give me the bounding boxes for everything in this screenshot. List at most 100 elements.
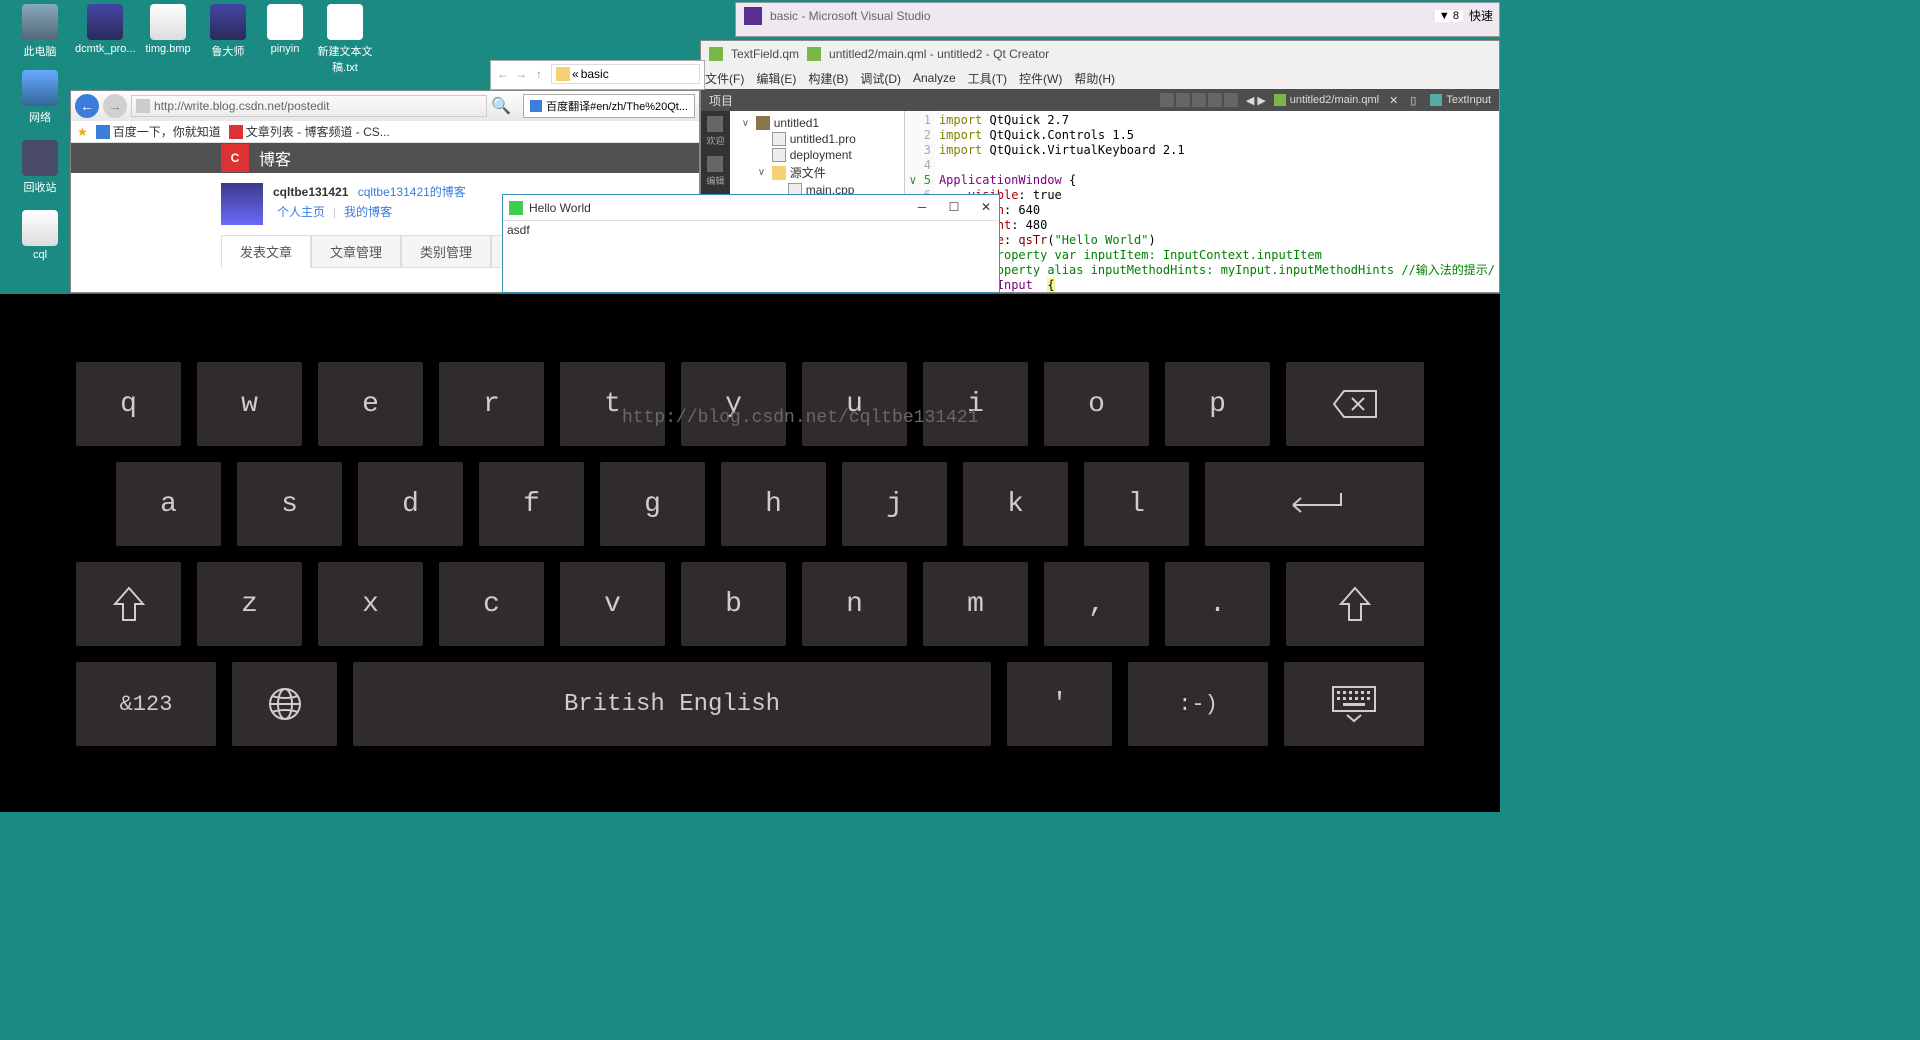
maximize-button[interactable]: ☐ (947, 200, 961, 215)
qt-tab-textfield[interactable]: TextField.qm (709, 47, 799, 61)
key-shift-right[interactable] (1286, 562, 1424, 646)
project-selector[interactable]: 项目 (709, 92, 733, 109)
key-z[interactable]: z (197, 562, 302, 646)
key-enter[interactable] (1205, 462, 1424, 546)
desktop-icon-timg[interactable]: timg.bmp (138, 4, 198, 55)
mode-edit[interactable]: 编辑 (701, 151, 730, 191)
menu-help[interactable]: 帮助(H) (1074, 70, 1115, 87)
menu-edit[interactable]: 编辑(E) (756, 70, 796, 87)
key-i[interactable]: i (923, 362, 1028, 446)
toolbar-icon[interactable] (1160, 93, 1174, 107)
key-space[interactable]: British English (353, 662, 991, 746)
key-l[interactable]: l (1084, 462, 1189, 546)
key-h[interactable]: h (721, 462, 826, 546)
key-period[interactable]: . (1165, 562, 1270, 646)
key-w[interactable]: w (197, 362, 302, 446)
tree-node[interactable]: deployment (732, 147, 902, 163)
key-comma[interactable]: , (1044, 562, 1149, 646)
vs-notification-badge[interactable]: ▼ 8 (1435, 10, 1463, 22)
toolbar-icon[interactable] (1176, 93, 1190, 107)
key-u[interactable]: u (802, 362, 907, 446)
ie-address-field[interactable]: http://write.blog.csdn.net/postedit (131, 95, 487, 117)
key-k[interactable]: k (963, 462, 1068, 546)
user-blog-link[interactable]: cqltbe131421的博客 (358, 185, 466, 199)
blog-tab-post[interactable]: 发表文章 (221, 235, 311, 268)
key-j[interactable]: j (842, 462, 947, 546)
key-d[interactable]: d (358, 462, 463, 546)
key-a[interactable]: a (116, 462, 221, 546)
ie-back-button[interactable]: ← (75, 94, 99, 118)
key-v[interactable]: v (560, 562, 665, 646)
key-backspace[interactable] (1286, 362, 1424, 446)
key-f[interactable]: f (479, 462, 584, 546)
tree-node[interactable]: untitled1.pro (732, 131, 902, 147)
nav-up-icon[interactable]: ↑ (531, 66, 547, 82)
key-apostrophe[interactable]: ' (1007, 662, 1112, 746)
key-language[interactable] (232, 662, 337, 746)
key-hide-keyboard[interactable] (1284, 662, 1424, 746)
blog-tab-categories[interactable]: 类别管理 (401, 235, 491, 268)
key-p[interactable]: p (1165, 362, 1270, 446)
nav-arrows-icon[interactable]: ◀ ▶ (1246, 94, 1266, 107)
open-file-tab-2[interactable]: TextInput (1430, 94, 1491, 106)
blog-tab-articles[interactable]: 文章管理 (311, 235, 401, 268)
key-o[interactable]: o (1044, 362, 1149, 446)
menu-tools[interactable]: 工具(T) (968, 70, 1007, 87)
toolbar-icon[interactable] (1224, 93, 1238, 107)
chevron-icon[interactable]: ∨ (758, 167, 768, 178)
minimize-button[interactable]: ─ (915, 200, 929, 215)
desktop-icon-newtxt[interactable]: 新建文本文 稿.txt (315, 4, 375, 75)
menu-debug[interactable]: 调试(D) (860, 70, 901, 87)
open-file-tab[interactable]: untitled2/main.qml (1274, 94, 1379, 106)
desktop-icon-ludashi[interactable]: 鲁大师 (198, 4, 258, 59)
tree-node[interactable]: ∨untitled1 (732, 115, 902, 131)
toolbar-icon[interactable] (1192, 93, 1206, 107)
favorite-link[interactable]: 百度一下，你就知道 (96, 123, 221, 140)
desktop-icon-network[interactable]: 网络 (10, 70, 70, 125)
nav-fwd-icon[interactable]: → (513, 66, 529, 82)
search-icon[interactable]: 🔍 (491, 95, 511, 117)
tree-node[interactable]: ∨源文件 (732, 163, 902, 182)
key-q[interactable]: q (76, 362, 181, 446)
menu-analyze[interactable]: Analyze (913, 71, 956, 85)
key-shift-left[interactable] (76, 562, 181, 646)
ie-forward-button[interactable]: → (103, 94, 127, 118)
key-numeric[interactable]: &123 (76, 662, 216, 746)
key-b[interactable]: b (681, 562, 786, 646)
chevron-icon[interactable]: ∨ (742, 118, 752, 129)
vs-quicklaunch[interactable]: 快速 (1469, 7, 1493, 24)
text-input[interactable]: asdf (507, 223, 530, 237)
source-code[interactable]: import QtQuick 2.7 import QtQuick.Contro… (935, 111, 1499, 292)
tab-split-icon[interactable]: ▯ (1410, 94, 1416, 107)
desktop-icon-pc[interactable]: 此电脑 (10, 4, 70, 59)
favorite-link[interactable]: 文章列表 - 博客频道 - CS... (229, 123, 390, 140)
close-button[interactable]: ✕ (979, 200, 993, 215)
desktop-icon-cql[interactable]: cql (10, 210, 70, 261)
desktop-icon-pinyin[interactable]: pinyin (255, 4, 315, 55)
path-segment[interactable]: basic (581, 67, 609, 81)
key-s[interactable]: s (237, 462, 342, 546)
ie-tab[interactable]: 百度翻译#en/zh/The%20Qt... (523, 94, 695, 118)
key-c[interactable]: c (439, 562, 544, 646)
key-x[interactable]: x (318, 562, 423, 646)
desktop-icon-dcmtk[interactable]: dcmtk_pro... (75, 4, 135, 55)
key-y[interactable]: y (681, 362, 786, 446)
avatar[interactable] (221, 183, 263, 225)
profile-myblog-link[interactable]: 我的博客 (344, 205, 392, 219)
file-explorer-window[interactable]: ← → ↑ « basic (490, 60, 705, 90)
favorites-icon[interactable]: ★ (77, 125, 88, 139)
menu-file[interactable]: 文件(F) (705, 70, 744, 87)
key-emoji[interactable]: :-) (1128, 662, 1268, 746)
hello-world-window[interactable]: Hello World ─ ☐ ✕ asdf (502, 194, 1000, 293)
profile-homepage-link[interactable]: 个人主页 (277, 205, 325, 219)
key-t[interactable]: t (560, 362, 665, 446)
key-g[interactable]: g (600, 462, 705, 546)
key-n[interactable]: n (802, 562, 907, 646)
mode-welcome[interactable]: 欢迎 (701, 111, 730, 151)
toolbar-icon[interactable] (1208, 93, 1222, 107)
key-m[interactable]: m (923, 562, 1028, 646)
nav-back-icon[interactable]: ← (495, 66, 511, 82)
tab-close-icon[interactable]: ✕ (1389, 94, 1398, 107)
key-e[interactable]: e (318, 362, 423, 446)
visual-studio-window[interactable]: basic - Microsoft Visual Studio ▼ 8 快速 (735, 2, 1500, 37)
